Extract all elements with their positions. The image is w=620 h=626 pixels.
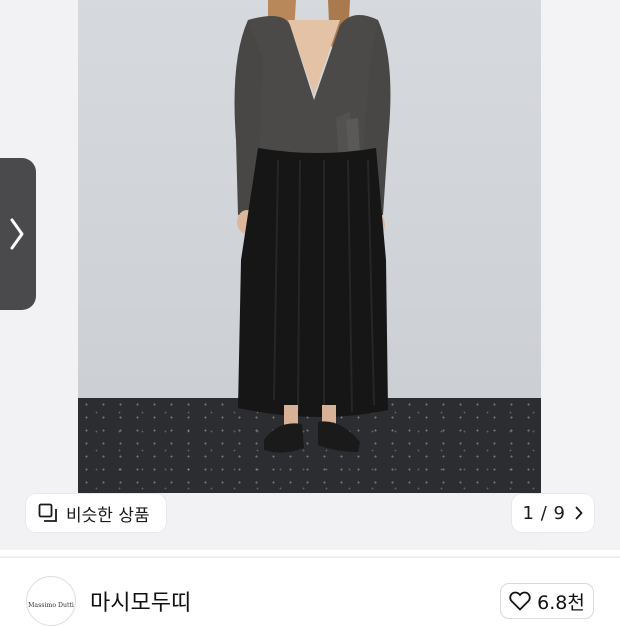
like-count: 6.8천: [537, 591, 585, 614]
product-photo[interactable]: [78, 0, 541, 493]
similar-products-label: 비슷한 상품: [66, 505, 150, 526]
image-counter: 1 / 9: [522, 502, 566, 524]
chevron-right-icon: [576, 506, 583, 520]
model-figure: [234, 0, 391, 453]
like-button[interactable]: 6.8천: [500, 583, 594, 619]
brand-logo[interactable]: Massimo Dutti: [26, 576, 76, 626]
heart-outline-icon: [509, 591, 531, 611]
massimo-dutti-logo: Massimo Dutti: [28, 602, 74, 609]
chevron-right-icon: [10, 218, 24, 250]
product-image-gallery[interactable]: 비슷한 상품 1 / 9: [0, 0, 620, 550]
brand-name[interactable]: 마시모두띠: [90, 585, 191, 617]
similar-products-icon: [38, 503, 57, 522]
gallery-nav-tab[interactable]: [0, 158, 36, 310]
next-image-preview[interactable]: [541, 0, 620, 550]
svg-text:Massimo Dutti: Massimo Dutti: [28, 602, 74, 609]
section-divider: [0, 556, 620, 558]
similar-products-button[interactable]: 비슷한 상품: [26, 494, 166, 532]
image-counter-button[interactable]: 1 / 9: [512, 494, 594, 532]
